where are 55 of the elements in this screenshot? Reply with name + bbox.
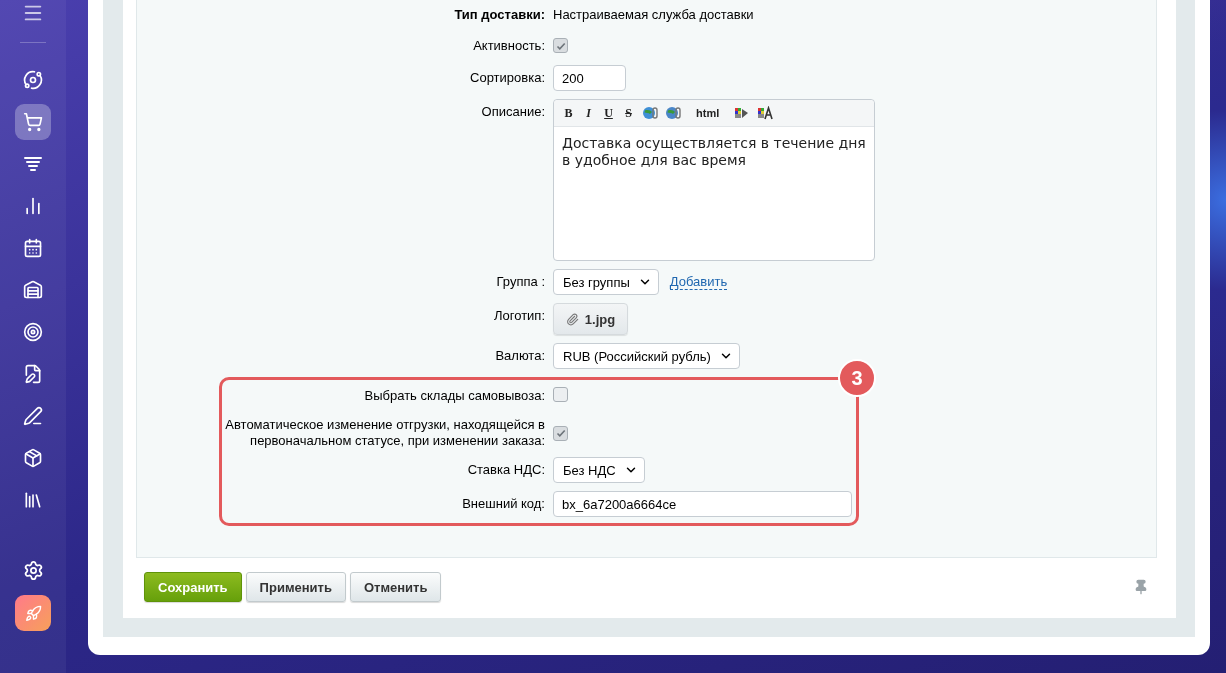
cart-icon — [23, 112, 43, 132]
settings-icon — [22, 559, 44, 581]
format-button[interactable]: B — [560, 103, 577, 123]
field-label: Валюта: — [494, 348, 545, 364]
box-icon — [23, 448, 43, 468]
select-field[interactable]: RUB (Российский рубль) — [553, 343, 740, 369]
field-value: Настраиваемая служба доставки — [553, 6, 755, 24]
form-button[interactable]: Применить — [245, 572, 346, 602]
field-label: Выбрать склады самовывоза: — [363, 388, 545, 404]
field-label: Описание: — [480, 103, 545, 120]
field-label: Тип доставки: — [453, 7, 545, 23]
target-icon — [23, 322, 43, 342]
globe-link-icon — [642, 105, 658, 121]
format-button[interactable]: html — [694, 103, 722, 123]
pen-icon — [23, 406, 43, 426]
field-label: Ставка НДС: — [466, 462, 545, 478]
calendar-icon — [23, 238, 43, 258]
field-label: Внешний код: — [461, 496, 545, 512]
library-icon — [23, 490, 43, 510]
format-button[interactable]: U — [600, 103, 617, 123]
text-color-icon — [757, 106, 774, 120]
check-icon — [555, 428, 566, 438]
check-icon — [555, 40, 566, 51]
form-button[interactable]: Отменить — [349, 572, 442, 602]
orbit-icon — [23, 70, 43, 90]
checkbox[interactable] — [553, 38, 568, 53]
checkbox[interactable] — [553, 387, 568, 402]
file-button[interactable]: 1.jpg — [553, 303, 628, 335]
rocket-icon — [24, 604, 42, 622]
input-field[interactable]: bx_6a7200a6664ce — [553, 491, 852, 517]
step-badge: 3 — [838, 359, 876, 397]
select-field[interactable]: Без НДС — [553, 457, 645, 483]
field-label: Группа : — [495, 274, 545, 290]
field-label: Автоматическое изменение отгрузки, находящейся в первоначальном статусе, при изменении заказа: — [224, 417, 545, 449]
pin-icon — [1133, 579, 1149, 595]
file-edit-icon — [23, 364, 43, 384]
pin-button[interactable] — [1133, 579, 1149, 595]
input-field[interactable]: 200 — [553, 65, 626, 91]
format-button[interactable]: S — [620, 103, 637, 123]
funnel-icon — [23, 154, 43, 174]
format-button[interactable]: I — [580, 103, 597, 123]
paperclip-icon — [565, 312, 579, 326]
editor-text: Доставка осуществляется в течение дня в удобное для вас время — [561, 134, 867, 170]
field-label: Логотип: — [492, 307, 545, 324]
checkbox[interactable] — [553, 425, 568, 441]
cart-nav-button[interactable] — [15, 104, 51, 140]
globe-unlink-icon — [665, 105, 681, 121]
field-label: Сортировка: — [469, 70, 545, 86]
rocket-app-button[interactable] — [15, 595, 51, 631]
bar-chart-icon — [23, 196, 43, 216]
warehouse-icon — [23, 280, 43, 300]
field-label: Активность: — [472, 37, 545, 54]
select-field[interactable]: Без группы — [553, 269, 659, 295]
add-link[interactable]: Добавить — [669, 274, 728, 290]
text-editor[interactable]: B I U S html Доставка осуществляется в течение дня в удобное для вас время — [553, 99, 875, 261]
